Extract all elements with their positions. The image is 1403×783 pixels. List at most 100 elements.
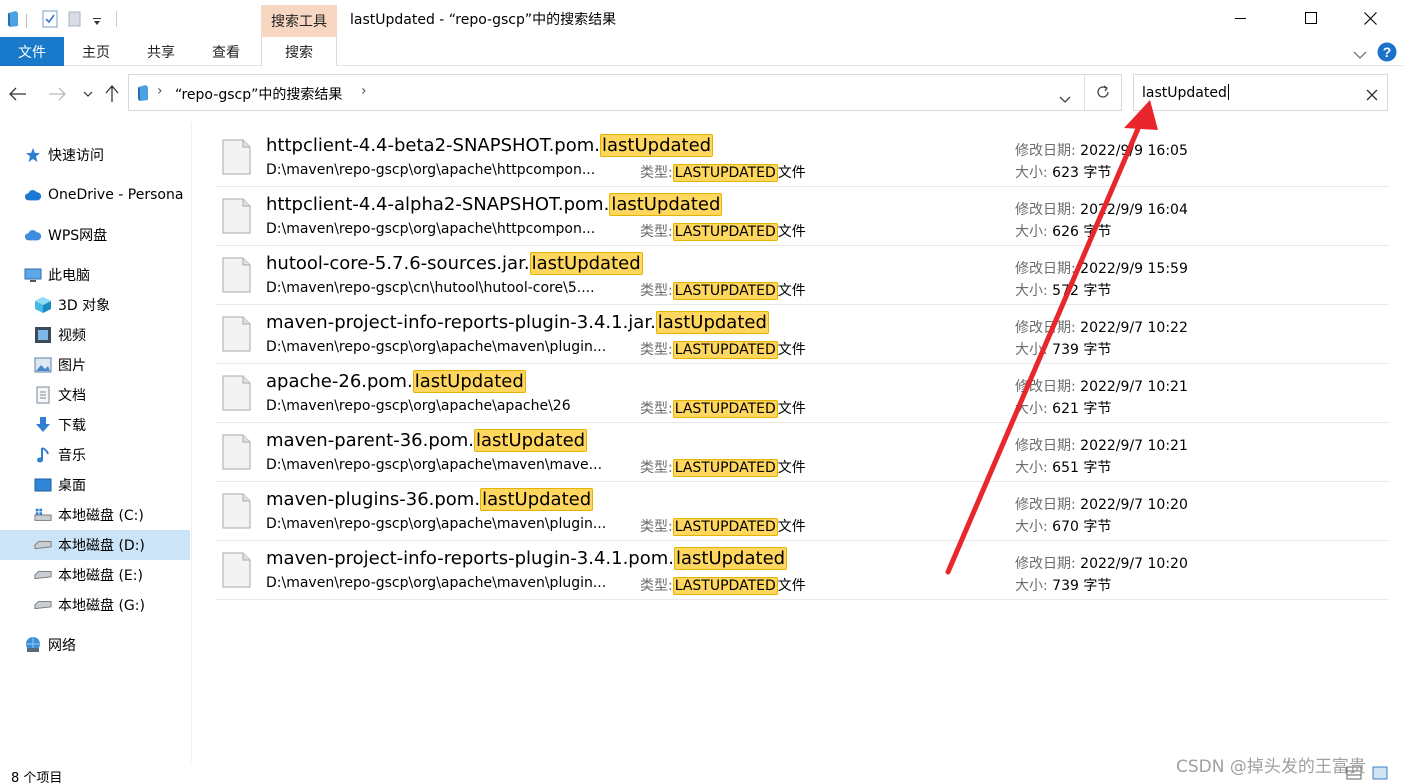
- sidebar-item-drive-g[interactable]: 本地磁盘 (G:): [0, 590, 190, 620]
- breadcrumb-chevron-icon[interactable]: ›: [157, 83, 163, 99]
- type-label: 类型:: [640, 519, 673, 535]
- back-button[interactable]: [7, 83, 29, 105]
- file-name[interactable]: httpclient-4.4-beta2-SNAPSHOT.pom. lastUp…: [266, 134, 714, 157]
- type-label: 类型:: [640, 342, 673, 358]
- list-item[interactable]: maven-parent-36.pom. lastUpdated D:\maven\…: [216, 423, 1389, 482]
- file-name[interactable]: maven-project-info-reports-plugin-3.4.1.…: [266, 547, 788, 570]
- file-name[interactable]: maven-plugins-36.pom. lastUpdated: [266, 488, 594, 511]
- breadcrumb[interactable]: “repo-gscp”中的搜索结果: [175, 84, 342, 104]
- search-match-highlight: LASTUPDATED: [672, 282, 778, 300]
- sidebar-item-drive-d[interactable]: 本地磁盘 (D:): [0, 530, 190, 560]
- file-name[interactable]: apache-26.pom. lastUpdated: [266, 370, 526, 393]
- modified-label: 修改日期:: [1015, 379, 1076, 395]
- tab-file[interactable]: 文件: [0, 37, 64, 66]
- close-button[interactable]: [1347, 0, 1393, 36]
- video-icon: [34, 326, 52, 344]
- search-match-highlight: LASTUPDATED: [672, 223, 778, 241]
- maximize-button[interactable]: [1288, 0, 1334, 36]
- customize-qa-dropdown-icon[interactable]: [92, 12, 102, 31]
- file-icon: [222, 198, 251, 234]
- sidebar-item-downloads[interactable]: 下载: [0, 410, 190, 440]
- breadcrumb-chevron-icon[interactable]: ›: [361, 83, 367, 99]
- sidebar-item-drive-c[interactable]: 本地磁盘 (C:): [0, 500, 190, 530]
- help-icon[interactable]: ?: [1377, 42, 1397, 66]
- sidebar-item-label: 本地磁盘 (E:): [58, 568, 143, 584]
- sidebar-item-label: OneDrive - Persona: [48, 187, 184, 203]
- file-name[interactable]: maven-project-info-reports-plugin-3.4.1.…: [266, 311, 769, 334]
- drive-icon: [34, 536, 52, 554]
- file-path: D:\maven\repo-gscp\org\apache\maven\plug…: [266, 516, 607, 532]
- file-type: 类型: LASTUPDATED 文件: [640, 221, 806, 241]
- modified-date: 修改日期: 2022/9/7 10:21: [1015, 435, 1188, 455]
- list-item[interactable]: maven-plugins-36.pom. lastUpdated D:\maven…: [216, 482, 1389, 541]
- sidebar-item-desktop[interactable]: 桌面: [0, 470, 190, 500]
- tab-search[interactable]: 搜索: [261, 37, 337, 66]
- list-item[interactable]: httpclient-4.4-beta2-SNAPSHOT.pom. lastUp…: [216, 128, 1389, 187]
- list-item[interactable]: hutool-core-5.7.6-sources.jar. lastUpdate…: [216, 246, 1389, 305]
- minimize-button[interactable]: [1218, 0, 1264, 36]
- expand-ribbon-chevron-icon[interactable]: [1353, 45, 1367, 64]
- type-suffix: 文件: [777, 460, 806, 476]
- modified-label: 修改日期:: [1015, 497, 1076, 513]
- properties-icon[interactable]: [42, 10, 58, 32]
- file-name-base: httpclient-4.4-beta2-SNAPSHOT.pom.: [266, 135, 601, 156]
- window-title: lastUpdated - “repo-gscp”中的搜索结果: [350, 12, 617, 28]
- drive-icon: [34, 566, 52, 584]
- file-name-base: httpclient-4.4-alpha2-SNAPSHOT.pom.: [266, 194, 610, 215]
- tab-view[interactable]: 查看: [196, 37, 256, 66]
- tab-home[interactable]: 主页: [66, 37, 126, 66]
- drive-c-icon: [34, 506, 52, 524]
- sidebar-item-onedrive[interactable]: OneDrive - Persona: [0, 180, 190, 210]
- file-size: 大小: 626 字节: [1015, 221, 1111, 241]
- search-match-highlight: LASTUPDATED: [672, 459, 778, 477]
- document-icon: [34, 386, 52, 404]
- large-icons-view-icon[interactable]: [1372, 765, 1388, 783]
- file-path: D:\maven\repo-gscp\org\apache\maven\mave…: [266, 457, 603, 473]
- file-name[interactable]: maven-parent-36.pom. lastUpdated: [266, 429, 588, 452]
- sidebar-item-quick-access[interactable]: 快速访问: [0, 140, 190, 170]
- sidebar-item-3d-objects[interactable]: 3D 对象: [0, 290, 190, 320]
- refresh-icon[interactable]: [1095, 84, 1111, 104]
- search-results-list: httpclient-4.4-beta2-SNAPSHOT.pom. lastUp…: [216, 128, 1389, 608]
- file-name[interactable]: httpclient-4.4-alpha2-SNAPSHOT.pom. lastU…: [266, 193, 723, 216]
- file-icon: [222, 316, 251, 352]
- address-bar[interactable]: › “repo-gscp”中的搜索结果 ›: [128, 74, 1122, 111]
- sidebar-item-music[interactable]: 音乐: [0, 440, 190, 470]
- address-dropdown-icon[interactable]: [1059, 89, 1071, 108]
- type-suffix: 文件: [777, 342, 806, 358]
- search-match-highlight: LASTUPDATED: [672, 518, 778, 536]
- file-explorer-window: 搜索工具 lastUpdated - “repo-gscp”中的搜索结果 文件 …: [0, 0, 1403, 783]
- file-path: D:\maven\repo-gscp\org\apache\maven\plug…: [266, 339, 607, 355]
- sidebar-item-wps[interactable]: WPS网盘: [0, 220, 190, 250]
- new-folder-icon[interactable]: [68, 10, 82, 32]
- list-item[interactable]: apache-26.pom. lastUpdated D:\maven\repo-g…: [216, 364, 1389, 423]
- list-item[interactable]: httpclient-4.4-alpha2-SNAPSHOT.pom. lastU…: [216, 187, 1389, 246]
- clear-search-icon[interactable]: [1366, 86, 1378, 105]
- search-match-highlight: lastUpdated: [655, 311, 769, 334]
- sidebar-item-this-pc[interactable]: 此电脑: [0, 260, 190, 290]
- picture-icon: [34, 356, 52, 374]
- search-match-highlight: LASTUPDATED: [672, 577, 778, 595]
- forward-button[interactable]: [46, 83, 68, 105]
- search-input[interactable]: lastUpdated: [1133, 74, 1388, 111]
- file-name[interactable]: hutool-core-5.7.6-sources.jar. lastUpdate…: [266, 252, 643, 275]
- sidebar-item-drive-e[interactable]: 本地磁盘 (E:): [0, 560, 190, 590]
- tab-share[interactable]: 共享: [131, 37, 191, 66]
- sidebar-item-network[interactable]: 网络: [0, 630, 190, 660]
- sidebar-item-pictures[interactable]: 图片: [0, 350, 190, 380]
- up-button[interactable]: [101, 83, 123, 105]
- sidebar-item-videos[interactable]: 视频: [0, 320, 190, 350]
- sidebar-item-label: 本地磁盘 (G:): [58, 598, 145, 614]
- title-bar: 搜索工具 lastUpdated - “repo-gscp”中的搜索结果: [0, 0, 1403, 37]
- search-query[interactable]: lastUpdated: [1142, 84, 1229, 101]
- list-item[interactable]: maven-project-info-reports-plugin-3.4.1.…: [216, 305, 1389, 364]
- sidebar-item-documents[interactable]: 文档: [0, 380, 190, 410]
- sidebar-item-label: 3D 对象: [58, 298, 111, 314]
- recent-locations-dropdown[interactable]: [77, 83, 99, 105]
- modified-value: 2022/9/7 10:20: [1080, 497, 1188, 513]
- file-path: D:\maven\repo-gscp\org\apache\httpcompon…: [266, 162, 596, 178]
- network-icon: [24, 636, 42, 654]
- list-item[interactable]: maven-project-info-reports-plugin-3.4.1.…: [216, 541, 1389, 600]
- modified-value: 2022/9/7 10:22: [1080, 320, 1188, 336]
- type-suffix: 文件: [777, 165, 806, 181]
